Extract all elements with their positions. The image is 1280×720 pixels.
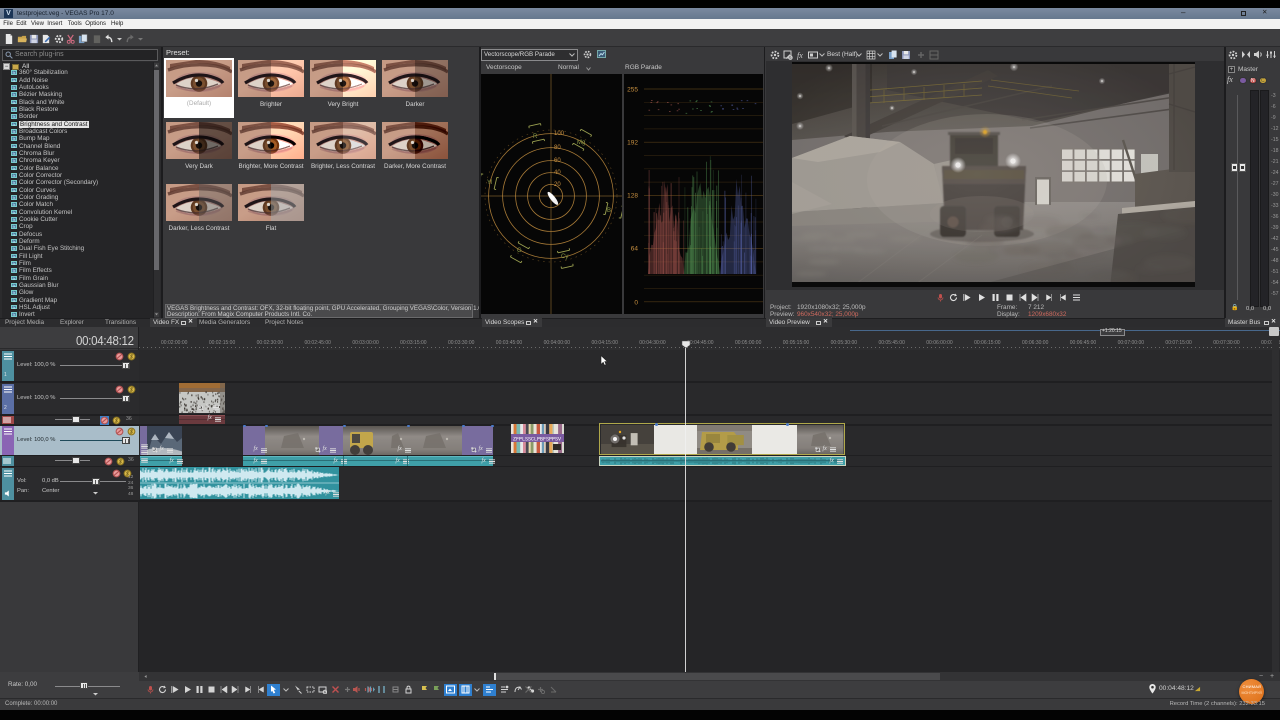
svg-text:Yl: Yl xyxy=(487,180,492,186)
svg-text:Mg: Mg xyxy=(577,140,585,146)
svg-text:60: 60 xyxy=(554,158,561,164)
svg-text:20: 20 xyxy=(554,182,561,188)
svg-text:40: 40 xyxy=(554,170,561,176)
svg-text:80: 80 xyxy=(554,145,561,151)
svg-text:fx: fx xyxy=(797,51,803,60)
svg-text:B: B xyxy=(607,208,611,214)
svg-text:255: 255 xyxy=(627,87,638,94)
svg-text:64: 64 xyxy=(631,246,639,253)
svg-text:ZFPLSSCLPBFSPPSV: ZFPLSSCLPBFSPPSV xyxy=(513,437,561,443)
svg-text:0: 0 xyxy=(634,300,638,307)
svg-text:100: 100 xyxy=(554,131,565,137)
svg-text:192: 192 xyxy=(627,140,638,147)
svg-text:R: R xyxy=(533,134,538,140)
svg-text:G: G xyxy=(517,248,522,254)
svg-text:Cy: Cy xyxy=(561,254,568,260)
svg-text:128: 128 xyxy=(627,193,638,200)
